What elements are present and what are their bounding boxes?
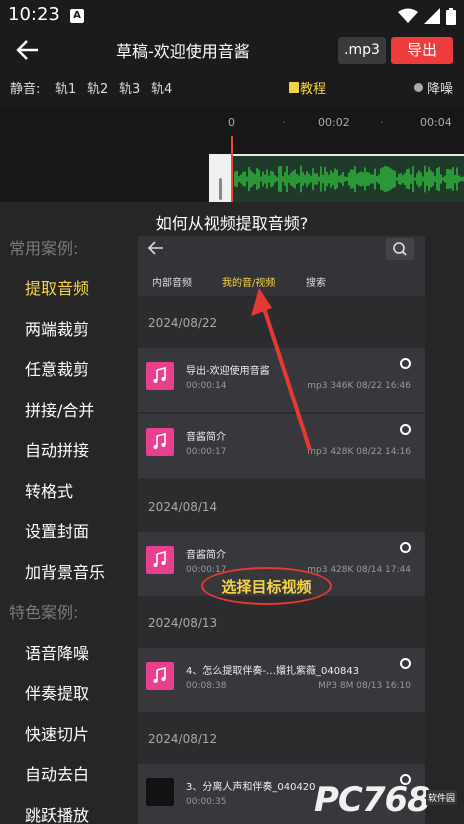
file-name: 导出-欢迎使用音酱 bbox=[186, 366, 270, 377]
music-note-icon bbox=[146, 428, 174, 456]
date-header: 2024/08/13 bbox=[148, 616, 218, 630]
select-radio bbox=[400, 424, 411, 435]
sidebar-item-merge[interactable]: 拼接/合并 bbox=[25, 397, 94, 421]
file-duration: 00:00:14 bbox=[186, 381, 227, 391]
file-meta: mp3 346K 08/22 16:46 bbox=[307, 381, 411, 391]
tick-label: 00:04 bbox=[420, 116, 452, 129]
track-1-button[interactable]: 轨1 bbox=[55, 78, 76, 97]
file-row: 音酱简介 00:00:17 mp3 428K 08/22 14:16 bbox=[138, 414, 425, 478]
drag-handle[interactable] bbox=[219, 178, 222, 200]
select-radio bbox=[400, 358, 411, 369]
tab-search: 搜索 bbox=[306, 278, 326, 289]
search-button bbox=[386, 238, 414, 260]
overlay-title: 如何从视频提取音频? bbox=[155, 214, 309, 233]
file-duration: 00:08:38 bbox=[186, 681, 227, 691]
video-thumbnail bbox=[146, 778, 174, 806]
track-toolbar: 静音: 轨1 轨2 轨3 轨4 教程 降噪 bbox=[0, 68, 464, 106]
tick-dot: · bbox=[380, 116, 384, 129]
annotation-label: 选择目标视频 bbox=[221, 578, 312, 596]
file-meta: MP3 8M 08/13 16:10 bbox=[318, 681, 411, 691]
music-note-icon bbox=[146, 546, 174, 574]
select-radio bbox=[400, 542, 411, 553]
wifi-icon bbox=[398, 8, 418, 23]
search-icon bbox=[393, 242, 407, 256]
timeline[interactable]: 0 · 00:02 · 00:04 bbox=[0, 106, 464, 202]
status-bar: 10:23 A bbox=[0, 0, 464, 32]
sidebar-item-voice-denoise[interactable]: 语音降噪 bbox=[25, 640, 89, 664]
mute-label: 静音: bbox=[10, 82, 41, 97]
date-header: 2024/08/22 bbox=[148, 316, 218, 330]
file-name: 音酱简介 bbox=[186, 550, 226, 561]
tab-internal-audio: 内部音频 bbox=[152, 278, 192, 289]
battery-icon bbox=[446, 7, 456, 25]
sidebar-item-free-cut[interactable]: 任意裁剪 bbox=[25, 356, 89, 380]
file-row: 导出-欢迎使用音酱 00:00:14 mp3 346K 08/22 16:46 bbox=[138, 348, 425, 412]
sidebar-item-bgm[interactable]: 加背景音乐 bbox=[25, 559, 105, 583]
radio-dot-icon bbox=[414, 83, 423, 92]
date-header: 2024/08/12 bbox=[148, 732, 218, 746]
tutorial-button[interactable]: 教程 bbox=[289, 78, 326, 97]
tutorial-overlay: 如何从视频提取音频? 常用案例: 提取音频 两端裁剪 任意裁剪 拼接/合并 自动… bbox=[0, 202, 464, 824]
date-header: 2024/08/14 bbox=[148, 500, 218, 514]
status-time: 10:23 bbox=[8, 4, 60, 25]
back-arrow-icon[interactable] bbox=[14, 36, 44, 64]
music-note-icon bbox=[146, 662, 174, 690]
back-arrow-icon bbox=[147, 241, 163, 255]
book-icon bbox=[289, 82, 299, 93]
sidebar-item-auto-merge[interactable]: 自动拼接 bbox=[25, 437, 89, 461]
file-name: 4、怎么提取伴奏-…嬛扎紫薇_040843 bbox=[186, 666, 360, 677]
sidebar-item-accompaniment[interactable]: 伴奏提取 bbox=[25, 680, 89, 704]
app-header: 草稿-欢迎使用音酱 .mp3 导出 bbox=[0, 32, 464, 68]
tick-label: 0 bbox=[228, 116, 235, 129]
sidebar-item-trim-ends[interactable]: 两端裁剪 bbox=[25, 316, 89, 340]
file-row: 4、怎么提取伴奏-…嬛扎紫薇_040843 00:08:38 MP3 8M 08… bbox=[138, 648, 425, 712]
watermark-sub: 软件园 bbox=[426, 790, 458, 805]
file-meta: mp3 428K 08/22 14:16 bbox=[307, 447, 411, 457]
music-note-icon bbox=[146, 362, 174, 390]
file-duration: 00:00:35 bbox=[186, 797, 227, 807]
page-title: 草稿-欢迎使用音酱 bbox=[116, 42, 250, 61]
tutorial-preview: 内部音频 我的音/视频 搜索 2024/08/22 导出-欢迎使用音酱 00:0… bbox=[138, 236, 425, 824]
denoise-label: 降噪 bbox=[427, 82, 454, 97]
sidebar-group-featured: 特色案例: bbox=[9, 603, 79, 622]
preview-toolbar: 内部音频 我的音/视频 搜索 bbox=[138, 236, 425, 296]
select-radio bbox=[400, 658, 411, 669]
sidebar-item-extract-audio[interactable]: 提取音频 bbox=[25, 275, 89, 299]
playhead[interactable] bbox=[231, 136, 233, 202]
tab-my-media: 我的音/视频 bbox=[222, 278, 276, 289]
track-3-button[interactable]: 轨3 bbox=[119, 78, 140, 97]
watermark-logo: PC768 bbox=[314, 780, 431, 820]
file-duration: 00:00:17 bbox=[186, 447, 227, 457]
sidebar-item-skip-play[interactable]: 跳跃播放 bbox=[25, 802, 89, 824]
sidebar-item-quick-slice[interactable]: 快速切片 bbox=[25, 721, 89, 745]
system-icons bbox=[398, 7, 456, 25]
tick-label: 00:02 bbox=[318, 116, 350, 129]
clip-left-handle[interactable] bbox=[209, 154, 231, 202]
tick-dot: · bbox=[282, 116, 286, 129]
sidebar-item-cover[interactable]: 设置封面 bbox=[25, 518, 89, 542]
export-button[interactable]: 导出 bbox=[391, 37, 453, 64]
sidebar-item-remove-silence[interactable]: 自动去白 bbox=[25, 761, 89, 785]
file-meta: mp3 428K 08/14 17:44 bbox=[307, 565, 411, 575]
file-name: 音酱简介 bbox=[186, 432, 226, 443]
waveform bbox=[234, 165, 464, 193]
denoise-toggle[interactable]: 降噪 bbox=[414, 78, 453, 97]
tutorial-label: 教程 bbox=[300, 82, 327, 97]
track-2-button[interactable]: 轨2 bbox=[87, 78, 108, 97]
notification-a-icon: A bbox=[70, 9, 84, 23]
file-name: 3、分离人声和伴奏_040420 bbox=[186, 782, 316, 793]
format-button[interactable]: .mp3 bbox=[338, 37, 386, 64]
sidebar-item-convert[interactable]: 转格式 bbox=[25, 478, 73, 502]
track-4-button[interactable]: 轨4 bbox=[151, 78, 172, 97]
sidebar-group-common: 常用案例: bbox=[9, 239, 79, 258]
signal-icon bbox=[424, 8, 440, 24]
audio-clip[interactable] bbox=[233, 154, 464, 202]
